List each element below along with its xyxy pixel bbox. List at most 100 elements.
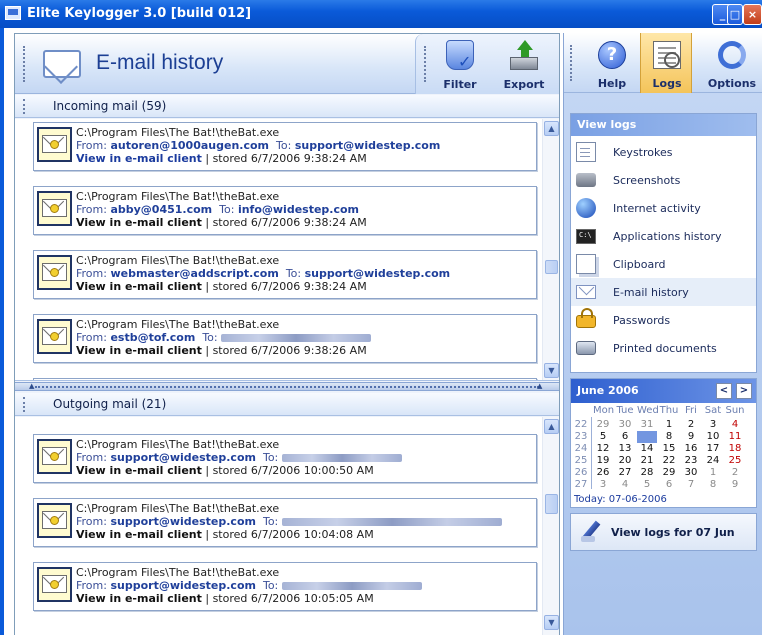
calendar-day[interactable]: 8 [703, 479, 723, 491]
nav-item-passwords[interactable]: Passwords [571, 306, 756, 334]
calendar-day[interactable]: 10 [703, 431, 723, 443]
toolbar-grip[interactable] [570, 45, 573, 81]
mail-path: C:\Program Files\The Bat!\theBat.exe [76, 126, 280, 139]
calendar-day[interactable]: 3 [593, 479, 613, 491]
mail-item[interactable]: C:\Program Files\The Bat!\theBat.exe Fro… [33, 434, 537, 483]
calendar-day[interactable]: 4 [615, 479, 635, 491]
mail-item[interactable] [33, 378, 537, 380]
maximize-button[interactable]: □ [727, 4, 743, 25]
logs-button[interactable]: Logs [640, 33, 692, 93]
calendar-day[interactable]: 2 [681, 419, 701, 431]
scroll-up-button[interactable]: ▲ [544, 121, 559, 136]
calendar-day[interactable]: 12 [593, 443, 613, 455]
calendar-week-number: 27 [574, 479, 588, 490]
view-in-email-client-link[interactable]: View in e-mail client [76, 528, 202, 541]
view-in-email-client-link[interactable]: View in e-mail client [76, 152, 202, 165]
scroll-up-button[interactable]: ▲ [544, 419, 559, 434]
next-month-button[interactable]: > [736, 383, 752, 399]
calendar-day[interactable]: 25 [725, 455, 745, 467]
mail-from: support@widestep.com [110, 579, 256, 592]
toolbar-grip[interactable] [424, 46, 427, 82]
calendar-day[interactable]: 29 [593, 419, 613, 431]
calendar-day[interactable]: 2 [725, 467, 745, 479]
filter-icon [446, 40, 474, 71]
calendar-day[interactable]: 4 [725, 419, 745, 431]
mail-item[interactable]: C:\Program Files\The Bat!\theBat.exe Fro… [33, 498, 537, 547]
title-bar: Elite Keylogger 3.0 [build 012] _ □ × [0, 0, 762, 28]
calendar-day[interactable]: 17 [703, 443, 723, 455]
view-logs-for-date-button[interactable]: View logs for 07 Jun [570, 513, 757, 551]
calendar-day[interactable]: 9 [681, 431, 701, 443]
calendar-day[interactable]: 11 [725, 431, 745, 443]
incoming-scrollbar[interactable]: ▲ ▼ [542, 119, 559, 380]
calendar-day[interactable]: 5 [593, 431, 613, 443]
obscured-recipient [281, 518, 502, 526]
nav-item-internet-activity[interactable]: Internet activity [571, 194, 756, 222]
filter-button[interactable]: Filter [432, 40, 488, 92]
view-in-email-client-link[interactable]: View in e-mail client [76, 344, 202, 357]
nav-item-keystrokes[interactable]: Keystrokes [571, 138, 756, 166]
today-label[interactable]: Today: 07-06-2006 [574, 494, 667, 505]
help-button[interactable]: ? Help [586, 33, 638, 93]
calendar-day[interactable]: 22 [659, 455, 679, 467]
nav-item-screenshots[interactable]: Screenshots [571, 166, 756, 194]
calendar-day[interactable]: 29 [659, 467, 679, 479]
mail-item[interactable]: C:\Program Files\The Bat!\theBat.exe Fro… [33, 314, 537, 363]
scroll-thumb[interactable] [545, 260, 558, 274]
calendar-day[interactable]: 15 [659, 443, 679, 455]
mail-to: info@widestep.com [237, 203, 360, 216]
calendar-weekday: Sun [725, 405, 745, 416]
calendar-day[interactable]: 1 [703, 467, 723, 479]
view-in-email-client-link[interactable]: View in e-mail client [76, 592, 202, 605]
calendar-day[interactable]: 3 [703, 419, 723, 431]
mail-item[interactable]: C:\Program Files\The Bat!\theBat.exe Fro… [33, 186, 537, 235]
mail-item[interactable]: C:\Program Files\The Bat!\theBat.exe Fro… [33, 562, 537, 611]
calendar-day[interactable]: 9 [725, 479, 745, 491]
nav-item-email-history[interactable]: E-mail history [571, 278, 756, 306]
close-button[interactable]: × [743, 4, 762, 25]
calendar-day[interactable]: 26 [593, 467, 613, 479]
scroll-down-button[interactable]: ▼ [544, 615, 559, 630]
calendar-day[interactable]: 5 [637, 479, 657, 491]
calendar-day[interactable]: 30 [681, 467, 701, 479]
calendar-day[interactable]: 8 [659, 431, 679, 443]
scroll-down-button[interactable]: ▼ [544, 363, 559, 378]
calendar-day[interactable]: 28 [637, 467, 657, 479]
mail-item[interactable]: C:\Program Files\The Bat!\theBat.exe Fro… [33, 250, 537, 299]
options-button[interactable]: Options [706, 33, 758, 93]
calendar-day[interactable]: 7 [681, 479, 701, 491]
calendar-day[interactable]: 1 [659, 419, 679, 431]
calendar-week-number: 24 [574, 443, 588, 454]
calendar-day[interactable]: 6 [659, 479, 679, 491]
calendar-day[interactable]: 23 [681, 455, 701, 467]
calendar-day[interactable]: 21 [637, 455, 657, 467]
section-grip[interactable] [23, 397, 26, 412]
mail-item[interactable]: C:\Program Files\The Bat!\theBat.exe Fro… [33, 122, 537, 171]
nav-item-clipboard[interactable]: Clipboard [571, 250, 756, 278]
calendar-day[interactable]: 18 [725, 443, 745, 455]
calendar-day[interactable]: 19 [593, 455, 613, 467]
view-in-email-client-link[interactable]: View in e-mail client [76, 280, 202, 293]
calendar-day[interactable]: 16 [681, 443, 701, 455]
toolbar-grip[interactable] [23, 46, 26, 82]
calendar-day[interactable]: 24 [703, 455, 723, 467]
calendar-day[interactable]: 13 [615, 443, 635, 455]
calendar-day[interactable]: 20 [615, 455, 635, 467]
calendar-day[interactable]: 7 [637, 431, 657, 443]
view-in-email-client-link[interactable]: View in e-mail client [76, 464, 202, 477]
nav-item-applications-history[interactable]: Applications history [571, 222, 756, 250]
outgoing-scrollbar[interactable]: ▲ ▼ [542, 417, 559, 635]
section-grip[interactable] [23, 99, 26, 114]
scroll-thumb[interactable] [545, 494, 558, 514]
calendar-day[interactable]: 27 [615, 467, 635, 479]
nav-item-printed-documents[interactable]: Printed documents [571, 334, 756, 362]
calendar-day[interactable]: 30 [615, 419, 635, 431]
mail-view-line: View in e-mail client | stored 6/7/2006 … [76, 152, 367, 165]
pane-splitter[interactable]: ▲ ▲ [15, 382, 559, 391]
prev-month-button[interactable]: < [716, 383, 732, 399]
export-button[interactable]: Export [496, 40, 552, 92]
calendar-day[interactable]: 31 [637, 419, 657, 431]
calendar-day[interactable]: 6 [615, 431, 635, 443]
calendar-day[interactable]: 14 [637, 443, 657, 455]
view-in-email-client-link[interactable]: View in e-mail client [76, 216, 202, 229]
